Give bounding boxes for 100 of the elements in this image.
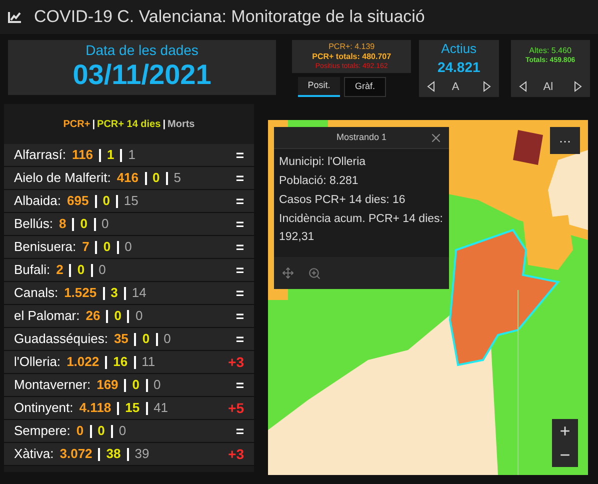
close-button[interactable]	[429, 131, 443, 145]
change-value: =	[236, 330, 244, 348]
pcr-count: PCR+: 4.139	[328, 42, 375, 52]
deaths-value: 0	[118, 422, 126, 440]
deaths-value: 0	[124, 238, 132, 256]
municipality-row[interactable]: Montaverner: 169 0 0 =	[4, 374, 254, 397]
municipality-name: Guadasséquies:	[14, 330, 108, 348]
municipality-row[interactable]: l'Olleria: 1.022 16 11 +3	[4, 351, 254, 374]
zoom-icon[interactable]	[308, 266, 321, 280]
pcr-value: 416	[116, 169, 139, 188]
discharged-count: Altes: 5.460	[529, 46, 572, 56]
municipality-row[interactable]: Bellús: 8 0 0 =	[4, 213, 254, 236]
popup-line: Incidència acum. PCR+ 14 dies: 192,31	[279, 212, 444, 245]
municipality-row[interactable]: el Palomar: 26 0 0 =	[4, 305, 254, 328]
pager-label: Al	[543, 80, 554, 94]
municipality-row[interactable]: Canals: 1.525 3 14 =	[4, 282, 254, 305]
pcr-value: 1.022	[66, 353, 100, 372]
pcr14-value: 3	[110, 284, 118, 302]
active-value: 24.821	[436, 60, 482, 74]
change-value: =	[236, 238, 244, 256]
date-value: 03/11/2021	[72, 58, 212, 92]
change-value: +5	[228, 398, 244, 418]
pcr14-heading: PCR+ 14 dies	[97, 118, 161, 132]
municipality-name: Ontinyent:	[14, 399, 74, 418]
pcr14-value: 0	[152, 169, 160, 188]
municipality-row[interactable]: Benisuera: 7 0 0 =	[4, 236, 254, 259]
deaths-value: 14	[132, 284, 146, 302]
pcr-value: 695	[66, 192, 89, 210]
pcr14-value: 1	[107, 146, 114, 164]
pcr-value: 26	[86, 307, 100, 326]
change-value: =	[236, 146, 244, 164]
municipality-row[interactable]: Ontinyent: 4.118 15 41 +5	[4, 397, 254, 420]
window-title: COVID-19 C. Valenciana: Monitoratge de la situació	[34, 6, 425, 28]
change-value: =	[236, 192, 244, 210]
zoom-out-button[interactable]: −	[552, 443, 578, 467]
deaths-value: 41	[154, 399, 168, 418]
municipality-row[interactable]: Sempere: 0 0 0 =	[4, 420, 254, 443]
next-button[interactable]	[574, 81, 582, 92]
pcr14-value: 0	[132, 376, 140, 394]
separator: |	[162, 118, 166, 132]
pcr14-value: 0	[103, 238, 111, 256]
change-value: =	[236, 376, 244, 394]
municipality-row[interactable]: Guadasséquies: 35 0 0 =	[4, 328, 254, 351]
change-value: =	[236, 214, 244, 234]
municipality-row[interactable]: Bufali: 2 0 0 =	[4, 259, 254, 282]
pcr-value: 2	[56, 261, 64, 280]
municipality-name: Xàtiva:	[14, 445, 54, 464]
deaths-value: 0	[102, 215, 109, 234]
next-button[interactable]	[482, 81, 491, 92]
pcr14-value: 0	[114, 307, 122, 326]
previous-button[interactable]	[518, 81, 527, 92]
pcr14-value: 38	[106, 445, 121, 464]
deaths-value: 39	[134, 445, 150, 464]
date-label: Data de les dades	[86, 43, 198, 57]
municipality-name: Sempere:	[14, 422, 70, 440]
pcr14-value: 0	[80, 215, 88, 234]
pcr-value: 0	[76, 422, 84, 440]
municipality-name: Benisuera:	[14, 238, 76, 256]
deaths-value: 1	[128, 146, 136, 164]
pcr14-value: 0	[98, 422, 105, 440]
deaths-value: 15	[124, 192, 138, 210]
pcr14-value: 16	[113, 353, 128, 372]
pcr-value: 35	[114, 330, 128, 348]
pcr14-value: 15	[125, 399, 140, 418]
municipality-name: Albaida:	[14, 192, 61, 210]
municipality-name: l'Olleria:	[14, 353, 61, 372]
municipality-name: Bufali:	[14, 261, 50, 280]
municipality-name: Aielo de Malferit:	[14, 169, 111, 188]
view-tab[interactable]: Gràf.	[344, 77, 386, 97]
more-button[interactable]: ···	[550, 127, 580, 154]
municipality-row[interactable]: Aielo de Malferit: 416 0 5 =	[4, 167, 254, 190]
change-value: =	[236, 306, 244, 326]
municipality-name: Canals:	[14, 284, 58, 302]
change-value: =	[236, 284, 244, 302]
municipality-row[interactable]: Xàtiva: 3.072 38 39 +3	[4, 443, 254, 466]
municipality-row[interactable]: Albaida: 695 0 15 =	[4, 190, 254, 213]
deaths-value: 0	[135, 307, 143, 326]
pcr14-value: 0	[142, 330, 150, 348]
deaths-value: 0	[98, 261, 106, 280]
deaths-value: 11	[142, 353, 156, 372]
change-value: =	[236, 168, 244, 188]
deaths-value: 0	[164, 330, 171, 348]
change-value: +3	[228, 444, 244, 464]
municipality-row[interactable]: Alfarrasí: 116 1 1 =	[4, 144, 254, 167]
deaths-value: 0	[154, 376, 161, 394]
change-value: +3	[228, 352, 244, 372]
pcr-value: 1.525	[64, 284, 97, 302]
change-value: =	[236, 260, 244, 280]
popup-line: Casos PCR+ 14 dies: 16	[279, 193, 406, 208]
separator: |	[92, 118, 96, 132]
pcr-value: 4.118	[79, 399, 112, 418]
view-tab[interactable]: Posit.	[298, 77, 340, 97]
move-icon[interactable]	[282, 267, 294, 279]
pcr-value: 7	[82, 238, 90, 256]
municipality-name: Alfarrasí:	[14, 146, 66, 164]
deaths-value: 5	[174, 169, 181, 188]
pcr-total: PCR+ totals: 480.707	[312, 52, 392, 62]
pcr-value: 8	[59, 215, 66, 234]
previous-button[interactable]	[427, 81, 436, 92]
zoom-in-button[interactable]: +	[552, 419, 578, 443]
